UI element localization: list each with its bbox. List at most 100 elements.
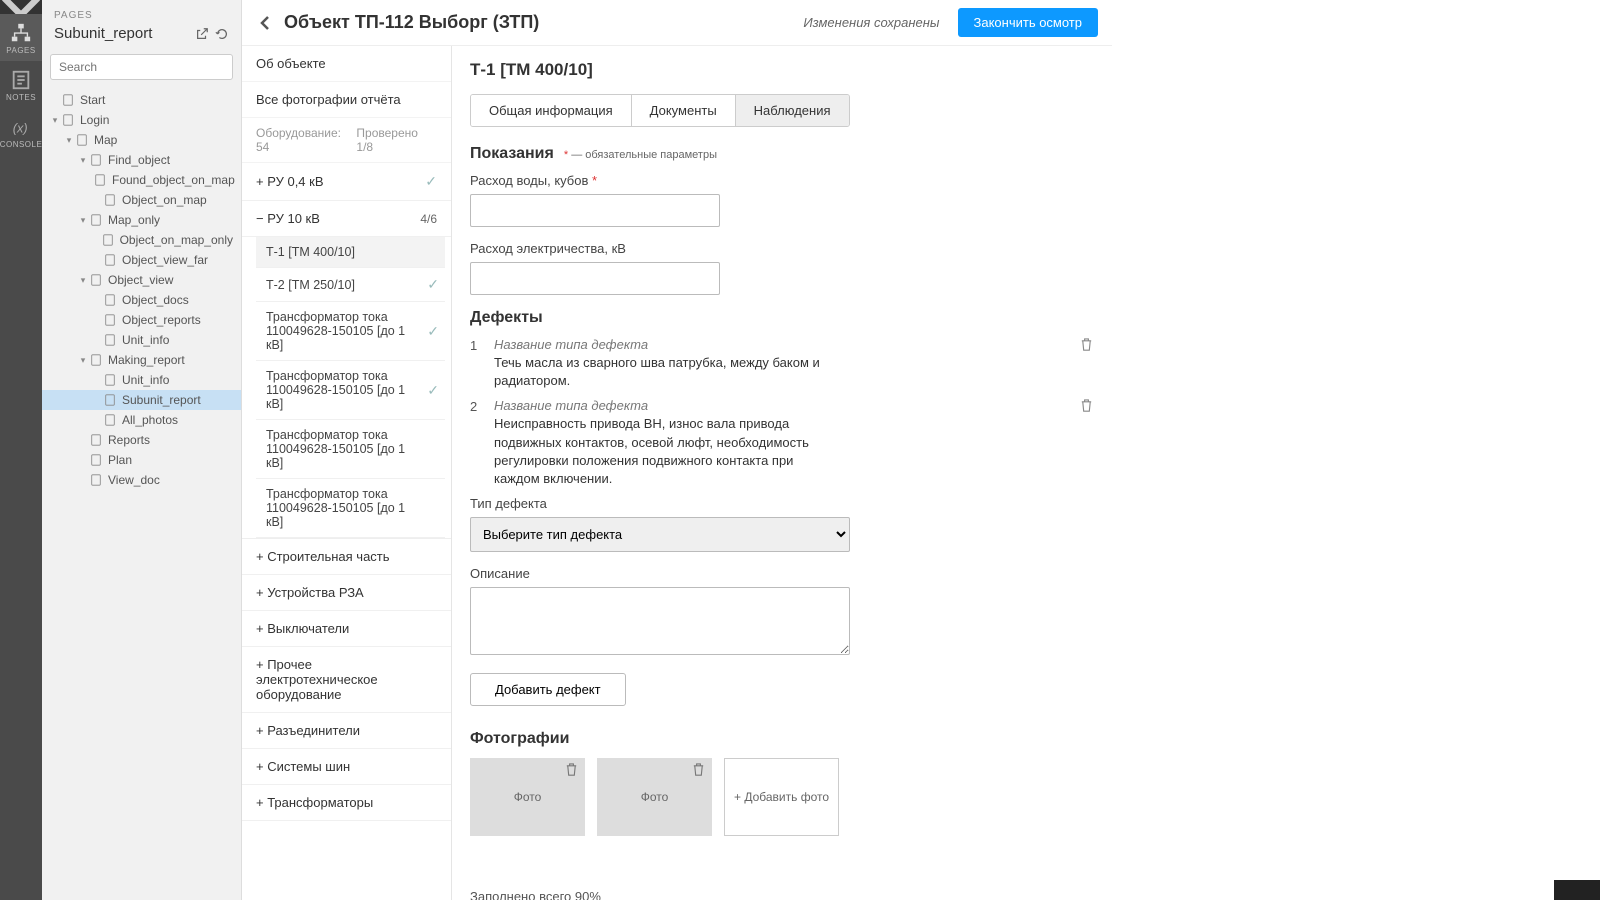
trash-icon[interactable] [1079,398,1094,413]
equipment-title: Т-1 [ТМ 400/10] [470,60,1094,80]
reading-input[interactable] [470,262,720,295]
nav-about[interactable]: Об объекте [242,46,451,82]
page-icon [90,214,102,226]
page-icon [62,94,74,106]
photo-label: Фото [641,790,669,804]
page-icon [76,134,88,146]
caret-icon[interactable]: ▾ [50,115,60,126]
caret-icon[interactable]: ▾ [64,135,74,146]
tree-item[interactable]: ▾Making_report [42,350,241,370]
tree-item[interactable]: Plan [42,450,241,470]
nav-subitem[interactable]: Т-2 [ТМ 250/10]✓ [256,268,445,302]
tree-item-label: Unit_info [122,373,169,387]
bottom-right-pill[interactable] [1554,880,1600,900]
finish-inspection-button[interactable]: Закончить осмотр [958,8,1099,37]
tree-item[interactable]: ▾Object_view [42,270,241,290]
rail-collapse-icon[interactable] [0,0,42,14]
rail-notes-label: NOTES [6,93,36,102]
trash-icon[interactable] [691,762,706,777]
count-badge: 4/6 [420,212,437,226]
nav-subitem[interactable]: Т-1 [ТМ 400/10] [256,237,445,268]
caret-icon[interactable]: ▾ [78,275,88,286]
tree-item[interactable]: ▾Map_only [42,210,241,230]
share-icon[interactable] [195,27,209,41]
tree-item[interactable]: Object_on_map_only [42,230,241,250]
nav-group[interactable]: − РУ 10 кВ4/6 [242,201,451,237]
page-icon [104,334,116,346]
tab-general[interactable]: Общая информация [471,95,632,126]
nav-group[interactable]: + Трансформаторы [242,785,451,821]
defect-type-label: Тип дефекта [470,496,1094,511]
back-button[interactable] [256,14,274,32]
tree-item[interactable]: ▾Map [42,130,241,150]
nav-group[interactable]: + Прочее электротехническое оборудование [242,647,451,713]
add-photo-button[interactable]: + Добавить фото [724,758,839,836]
defect-type-select[interactable]: Выберите тип дефекта [470,517,850,552]
search-input[interactable] [50,54,233,80]
tab-observations[interactable]: Наблюдения [736,95,849,126]
rail-console[interactable]: (x) CONSOLE [0,108,42,155]
tree-item[interactable]: All_photos [42,410,241,430]
refresh-icon[interactable] [215,27,229,41]
check-icon: ✓ [427,382,439,399]
page-icon [62,114,74,126]
page-title: Объект ТП-112 Выборг (ЗТП) [284,12,793,33]
tree-item-label: Object_on_map [122,193,207,207]
defect-number: 2 [470,398,482,414]
tree-item[interactable]: Object_on_map [42,190,241,210]
nav-all-photos[interactable]: Все фотографии отчёта [242,82,451,118]
rail-console-label: CONSOLE [0,140,42,149]
tree-item[interactable]: Object_reports [42,310,241,330]
nav-subitem[interactable]: Трансформатор тока 110049628-150105 [до … [256,420,445,479]
tree-item[interactable]: Subunit_report [42,390,241,410]
canvas[interactable]: Объект ТП-112 Выборг (ЗТП) Изменения сох… [242,0,1600,900]
nav-group[interactable]: + Строительная часть [242,539,451,575]
tree-item-label: View_doc [108,473,160,487]
caret-icon[interactable]: ▾ [78,355,88,366]
defect-number: 1 [470,337,482,353]
reading-input[interactable] [470,194,720,227]
tree-item[interactable]: Object_docs [42,290,241,310]
nav-group[interactable]: + Системы шин [242,749,451,785]
nav-subitem[interactable]: Трансформатор тока 110049628-150105 [до … [256,361,445,420]
check-icon: ✓ [427,323,439,340]
page-icon [104,194,116,206]
nav-subitem[interactable]: Трансформатор тока 110049628-150105 [до … [256,302,445,361]
pages-panel: PAGES Subunit_report Start ▾Login▾Map▾Fin… [42,0,242,900]
defect-row: 2Название типа дефектаНеисправность прив… [470,398,1094,488]
tree-item[interactable]: View_doc [42,470,241,490]
defect-type-name: Название типа дефекта [494,337,1067,352]
defect-type-name: Название типа дефекта [494,398,1067,413]
rail-pages[interactable]: PAGES [0,14,42,61]
caret-icon[interactable]: ▾ [78,215,88,226]
tree-item[interactable]: ▾Find_object [42,150,241,170]
add-defect-button[interactable]: Добавить дефект [470,673,626,706]
caret-icon[interactable]: ▾ [78,155,88,166]
tree-item[interactable]: Start [42,90,241,110]
nav-group[interactable]: + Устройства РЗА [242,575,451,611]
check-icon: ✓ [425,173,437,190]
tree-item[interactable]: Object_view_far [42,250,241,270]
tree-item[interactable]: Unit_info [42,370,241,390]
nav-group[interactable]: + Разъединители [242,713,451,749]
nav-group[interactable]: + Выключатели [242,611,451,647]
tab-documents[interactable]: Документы [632,95,736,126]
rail-notes[interactable]: NOTES [0,61,42,108]
tree-item[interactable]: Found_object_on_map [42,170,241,190]
defect-desc-textarea[interactable] [470,587,850,655]
tree-item[interactable]: Reports [42,430,241,450]
page-icon [90,474,102,486]
page-icon [102,234,114,246]
photo-tile[interactable]: Фото [597,758,712,836]
pages-panel-title: PAGES [54,10,229,21]
tree-item[interactable]: ▾Login [42,110,241,130]
trash-icon[interactable] [564,762,579,777]
nav-subitem[interactable]: Трансформатор тока 110049628-150105 [до … [256,479,445,538]
tree-item-label: Start [80,93,105,107]
photo-tile[interactable]: Фото [470,758,585,836]
tree-item[interactable]: Unit_info [42,330,241,350]
nav-group[interactable]: + РУ 0,4 кВ✓ [242,163,451,201]
page-icon [104,394,116,406]
trash-icon[interactable] [1079,337,1094,352]
tool-rail: PAGES NOTES (x) CONSOLE [0,0,42,900]
